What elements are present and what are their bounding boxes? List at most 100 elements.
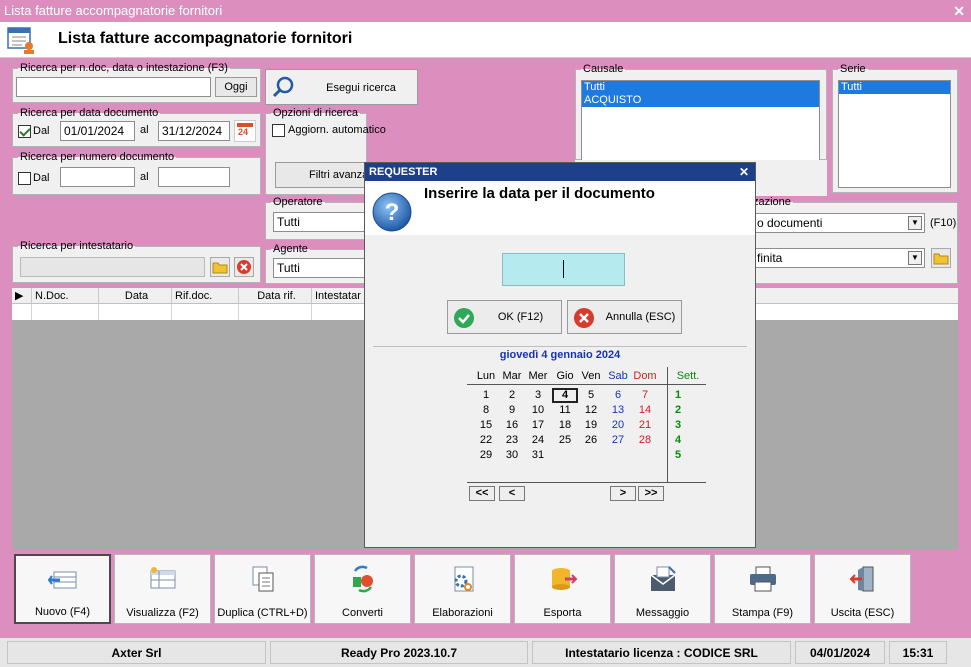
calendar-day[interactable]: 19 [578,418,604,433]
date-from-input[interactable]: 01/01/2024 [60,121,135,141]
calendar-day[interactable]: 8 [473,403,499,418]
serie-list[interactable]: Tutti [838,80,951,188]
exit-button[interactable]: Uscita (ESC) [814,554,911,624]
weekday-label: Sab [608,370,628,382]
chevron-down-icon[interactable]: ▼ [908,251,922,265]
document-type-select[interactable]: o documenti ▼ [753,213,925,233]
calendar-day[interactable]: 28 [632,433,658,448]
calendar-day[interactable]: 13 [605,403,631,418]
number-from-input[interactable] [60,167,135,187]
cancel-icon [574,308,594,328]
date-search-checkbox[interactable] [18,125,31,138]
prev-year-button[interactable]: << [469,486,495,501]
calendar-day[interactable]: 31 [525,448,551,463]
calendar-day[interactable]: 12 [578,403,604,418]
calendar-day[interactable]: 30 [499,448,525,463]
window-close-icon[interactable]: ✕ [953,2,965,20]
cancel-button[interactable]: Annulla (ESC) [567,300,682,334]
duplicate-button[interactable]: Duplica (CTRL+D) [214,554,311,624]
calendar-day[interactable]: 24 [525,433,551,448]
number-search-checkbox[interactable] [18,172,31,185]
calendar-day[interactable]: 15 [473,418,499,433]
week-number: 2 [674,404,682,416]
view-select[interactable]: finita ▼ [753,248,925,268]
calendar-day[interactable]: 21 [632,418,658,433]
causale-item[interactable]: ACQUISTO [582,94,819,107]
dialog-separator [373,346,747,347]
column-header[interactable]: Data [99,288,172,304]
weekday-label: Mar [502,370,522,382]
advanced-filters-button[interactable]: Filtri avanza [275,162,370,188]
folder-icon[interactable] [210,257,230,277]
clear-holder-icon[interactable] [234,257,254,277]
ok-button[interactable]: OK (F12) [447,300,562,334]
calendar-day[interactable]: 27 [605,433,631,448]
status-version: Ready Pro 2023.10.7 [270,641,528,664]
calendar-day[interactable]: 10 [525,403,551,418]
message-button[interactable]: Messaggio [614,554,711,624]
date-search-group: Ricerca per data documento Dal 01/01/202… [12,107,261,147]
next-year-button[interactable]: >> [638,486,664,501]
week-header: Sett. [676,370,700,382]
text-search-input[interactable] [16,77,211,97]
calendar-day[interactable]: 17 [525,418,551,433]
causale-item[interactable]: Tutti [582,81,819,94]
causale-list[interactable]: Tutti ACQUISTO [581,80,820,170]
calendar-day[interactable]: 11 [552,403,578,418]
print-button[interactable]: Stampa (F9) [714,554,811,624]
calendar-day[interactable]: 6 [605,388,631,403]
number-search-group: Ricerca per numero documento Dal al [12,151,261,195]
next-month-button[interactable]: > [610,486,636,501]
serie-item[interactable]: Tutti [839,81,950,94]
auto-update-checkbox[interactable] [272,124,285,137]
date-to-input[interactable]: 31/12/2024 [158,121,230,141]
weekday-label: Ven [581,370,601,382]
number-to-input[interactable] [158,167,230,187]
row-indicator-icon: ▶ [12,288,32,304]
calendar-day[interactable]: 1 [473,388,499,403]
calendar-day[interactable]: 16 [499,418,525,433]
status-license: Intestatario licenza : CODICE SRL [532,641,791,664]
calendar-day[interactable]: 20 [605,418,631,433]
prev-month-button[interactable]: < [499,486,525,501]
calendar-day[interactable]: 3 [525,388,551,403]
dialog-close-icon[interactable]: ✕ [739,163,749,181]
today-button[interactable]: Oggi [215,77,257,97]
calendar-day[interactable]: 7 [632,388,658,403]
agent-select[interactable]: Tutti [273,258,366,278]
column-header[interactable]: N.Doc. [32,288,99,304]
column-header[interactable]: Intestatar [312,288,372,304]
calendar-day[interactable]: 29 [473,448,499,463]
operator-select[interactable]: Tutti [273,212,366,232]
view-grid-icon [150,567,176,589]
convert-button[interactable]: Converti [314,554,411,624]
requester-dialog: REQUESTER ✕ ? Inserire la data per il do… [364,162,756,548]
status-date: 04/01/2024 [795,641,885,664]
view-button[interactable]: Visualizza (F2) [114,554,211,624]
calendar-day[interactable]: 5 [578,388,604,403]
convert-icon [353,565,373,593]
holder-search-group: Ricerca per intestatario [12,240,261,283]
column-header[interactable]: Rif.doc. [172,288,239,304]
calendar-day[interactable]: 23 [499,433,525,448]
processing-button[interactable]: Elaborazioni [414,554,511,624]
calendar-icon[interactable]: 24 [234,120,256,142]
calendar-day[interactable]: 22 [473,433,499,448]
calendar-day[interactable]: 18 [552,418,578,433]
calendar-day[interactable]: 2 [499,388,525,403]
holder-input[interactable] [20,257,205,277]
run-search-button[interactable]: Esegui ricerca [265,69,418,105]
calendar-day[interactable]: 26 [578,433,604,448]
calendar-day[interactable]: 4 [552,388,578,403]
folder-icon[interactable] [931,248,951,268]
export-button[interactable]: Esporta [514,554,611,624]
calendar-day[interactable]: 14 [632,403,658,418]
calendar-day[interactable]: 9 [499,403,525,418]
calendar-day[interactable]: 25 [552,433,578,448]
chevron-down-icon[interactable]: ▼ [908,216,922,230]
date-input[interactable] [502,253,625,286]
number-from-label: Dal [33,172,50,184]
new-button[interactable]: Nuovo (F4) [14,554,111,624]
printer-icon [750,566,776,592]
column-header[interactable]: Data rif. [239,288,312,304]
